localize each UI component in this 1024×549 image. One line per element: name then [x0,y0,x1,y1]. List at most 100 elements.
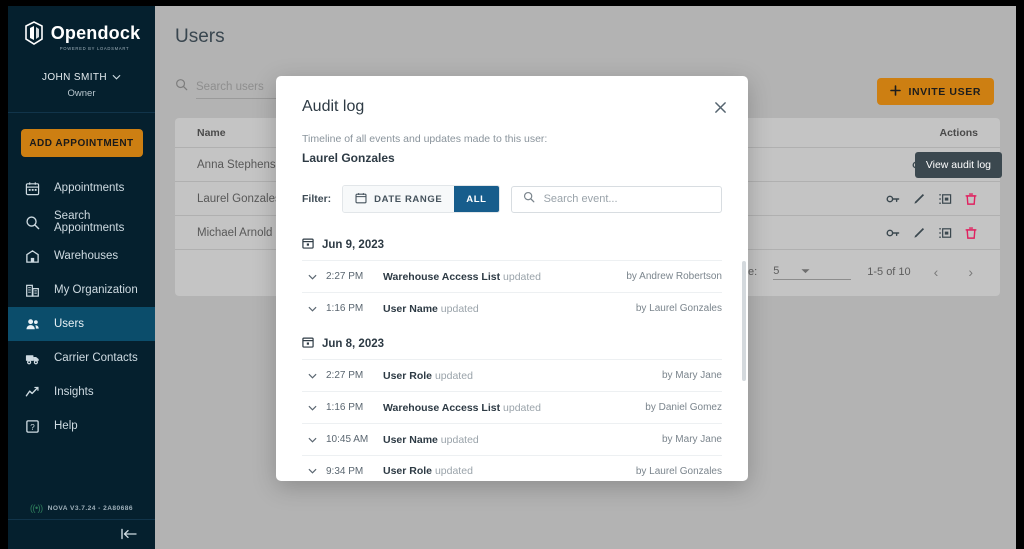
event-action: updated [503,270,541,283]
collapse-left-icon[interactable] [119,525,139,543]
sidebar-item-label: My Organization [54,284,138,296]
user-name-cell: Michael Arnold [197,226,273,239]
sidebar-item-label: Users [54,318,85,330]
version-indicator: ((•)) NOVA V3.7.24 - 2A80686 [8,503,155,513]
sidebar-item-label: Carrier Contacts [54,352,138,364]
search-event-input[interactable]: Search event... [510,185,722,213]
sidebar-item-label: Warehouses [54,250,119,262]
sidebar-item-users[interactable]: Users [8,307,155,341]
event-time: 10:45 AM [326,434,369,445]
user-name-cell: Anna Stephens [197,158,276,171]
audit-log-icon[interactable] [937,191,952,206]
sidebar-item-insights[interactable]: Insights [8,375,155,409]
svg-text:?: ? [30,422,35,431]
user-role-label: Owner [67,88,96,99]
key-icon[interactable] [885,225,900,240]
event-subject: User Role [383,369,433,382]
date-range-filter-button[interactable]: DATE RANGE [343,186,455,212]
trash-icon[interactable] [963,191,978,206]
timeline-event-row[interactable]: 1:16 PM Warehouse Access List updated by… [302,391,722,423]
chevron-down-icon[interactable] [302,468,326,474]
add-appointment-button[interactable]: ADD APPOINTMENT [20,129,143,157]
chevron-down-icon [112,72,121,83]
chevron-right-icon[interactable]: › [961,264,980,280]
chevron-down-icon[interactable] [302,373,326,379]
building-icon [24,282,41,299]
event-time: 1:16 PM [326,402,364,413]
sidebar-item-label: Insights [54,386,94,398]
chart-line-icon [24,384,41,401]
search-icon [523,190,535,208]
caret-down-icon [801,265,810,277]
sidebar-item-warehouses[interactable]: Warehouses [8,239,155,273]
event-author: by Laurel Gonzales [635,465,722,477]
sidebar: Opendock POWERED BY LOADSMART JOHN SMITH… [8,6,155,549]
sidebar-item-my-organization[interactable]: My Organization [8,273,155,307]
brand: Opendock POWERED BY LOADSMART [8,6,155,51]
event-author: by Mary Jane [661,370,722,381]
sidebar-item-search-appointments[interactable]: Search Appointments [8,205,155,239]
chevron-down-icon[interactable] [302,274,326,280]
event-time: 2:27 PM [326,370,364,381]
timeline-event-row[interactable]: 9:34 PM User Role updated by Laurel Gonz… [302,455,722,481]
event-action: updated [434,465,473,477]
modal-subject-user: Laurel Gonzales [302,151,395,165]
all-filter-button[interactable]: ALL [454,186,499,212]
timeline-day-header: Jun 8, 2023 [302,324,722,359]
timeline-event-row[interactable]: 1:16 PM User Name updated by Laurel Gonz… [302,292,722,324]
chevron-down-icon[interactable] [302,437,326,443]
key-icon[interactable] [885,191,900,206]
sidebar-item-carrier-contacts[interactable]: Carrier Contacts [8,341,155,375]
timeline-event-row[interactable]: 2:27 PM Warehouse Access List updated by… [302,260,722,292]
sidebar-item-label: Search Appointments [54,210,125,234]
timeline-event-row[interactable]: 2:27 PM User Role updated by Mary Jane [302,359,722,391]
audit-log-icon[interactable] [937,225,952,240]
event-action: updated [434,369,473,382]
event-author: by Andrew Robertson [626,271,722,282]
chevron-down-icon[interactable] [302,405,326,411]
search-event-placeholder: Search event... [543,193,618,205]
event-time: 9:34 PM [326,465,364,477]
pencil-icon[interactable] [911,191,926,206]
invite-user-button[interactable]: INVITE USER [877,78,994,105]
sidebar-item-label: Appointments [54,182,125,194]
filter-label: Filter: [302,193,332,205]
close-icon[interactable] [711,98,729,116]
rows-per-page-value: 5 [773,264,780,277]
trash-icon[interactable] [963,225,978,240]
sidebar-bottom-divider [8,519,155,520]
chevron-down-icon[interactable] [302,306,326,312]
warehouse-icon [24,248,41,265]
truck-icon [24,350,41,367]
calendar-icon [302,237,314,252]
pencil-icon[interactable] [911,225,926,240]
sidebar-nav: Appointments Search Appointments Warehou… [8,171,155,443]
calendar-icon [302,336,314,351]
filter-segmented-control: DATE RANGE ALL [342,185,500,213]
event-subject: Warehouse Access List [383,270,501,283]
event-author: by Laurel Gonzales [635,303,722,314]
filter-bar: Filter: DATE RANGE ALL Search event... [276,165,748,213]
help-icon: ? [24,418,41,435]
timeline-event-row[interactable]: 10:45 AM User Name updated by Mary Jane [302,423,722,455]
search-users-placeholder: Search users [196,81,264,93]
event-action: updated [503,401,541,414]
event-time: 1:16 PM [326,303,364,314]
audit-timeline[interactable]: Jun 9, 2023 2:27 PM Warehouse Access Lis… [276,225,748,481]
sidebar-item-appointments[interactable]: Appointments [8,171,155,205]
users-icon [24,316,41,333]
timeline-scrollbar[interactable] [742,261,746,381]
event-author: by Mary Jane [661,434,722,445]
app-viewport: Opendock POWERED BY LOADSMART JOHN SMITH… [8,6,1016,549]
sidebar-item-help[interactable]: ? Help [8,409,155,443]
event-subject: Warehouse Access List [383,401,501,414]
user-switcher[interactable]: JOHN SMITH Owner [8,67,155,99]
audit-log-modal: Audit log Timeline of all events and upd… [276,76,748,481]
brand-tagline: POWERED BY LOADSMART [59,46,130,51]
rows-per-page-select[interactable]: 5 [773,264,852,280]
version-label: NOVA V3.7.24 - 2A80686 [47,504,134,512]
user-name-label: JOHN SMITH [41,72,108,83]
event-subject: User Name [383,302,438,315]
timeline-day-label: Jun 9, 2023 [322,238,385,251]
chevron-left-icon[interactable]: ‹ [927,264,946,280]
